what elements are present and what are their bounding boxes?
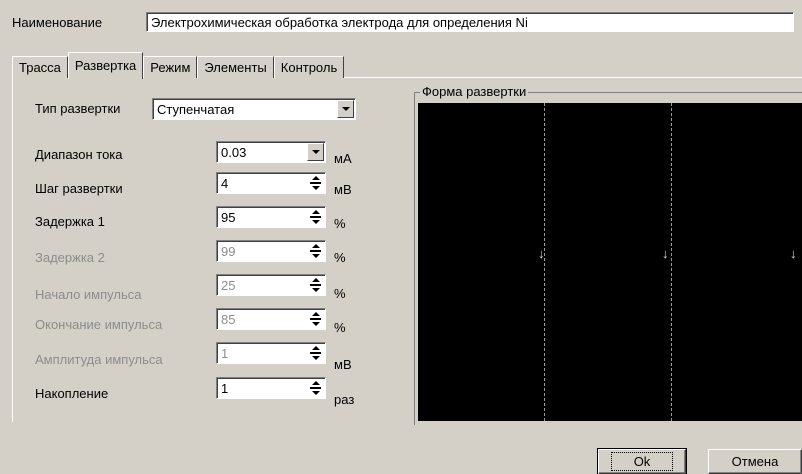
name-label: Наименование — [12, 15, 103, 30]
delay1-label: Задержка 1 — [35, 214, 105, 229]
delay2-value: 99 — [221, 244, 236, 259]
pulse-end-spin[interactable] — [307, 310, 324, 328]
tab-kontrol[interactable]: Контроль — [273, 56, 345, 78]
chevron-down-icon — [341, 107, 350, 111]
delay2-stepper[interactable]: 99 — [216, 240, 326, 262]
grid-line — [544, 103, 545, 421]
current-range-select[interactable]: 0.03 — [216, 141, 326, 163]
delay1-stepper[interactable]: 95 — [216, 206, 326, 228]
pulse-start-value: 25 — [221, 278, 236, 293]
pulse-amp-stepper[interactable]: 1 — [216, 342, 326, 364]
sweep-step-label: Шаг развертки — [35, 181, 123, 196]
sweep-type-value: Ступенчатая — [157, 102, 235, 117]
accumulation-label: Накопление — [35, 386, 109, 401]
tab-trassa[interactable]: Трасса — [12, 56, 68, 78]
sweep-shape-title: Форма развертки — [420, 84, 529, 99]
current-range-value: 0.03 — [221, 145, 247, 160]
delay2-unit: % — [334, 250, 346, 265]
current-range-label: Диапазон тока — [35, 147, 123, 162]
accumulation-spin[interactable] — [307, 379, 324, 397]
sweep-type-dropdown-button[interactable] — [337, 100, 354, 118]
chevron-down-icon — [311, 150, 320, 154]
delay2-label: Задержка 2 — [35, 250, 105, 265]
ok-button-label: Ok — [610, 452, 674, 471]
ok-button[interactable]: Ok — [597, 448, 687, 474]
pulse-start-unit: % — [334, 286, 346, 301]
delay1-value: 95 — [221, 210, 236, 225]
pulse-start-spin[interactable] — [307, 276, 324, 294]
cancel-button[interactable]: Отмена — [708, 449, 802, 474]
pulse-amp-spin[interactable] — [307, 344, 324, 362]
accumulation-unit: раз — [334, 392, 355, 407]
tab-elementy[interactable]: Элементы — [197, 56, 274, 78]
current-range-dropdown-button[interactable] — [307, 143, 324, 161]
sweep-step-stepper[interactable]: 4 — [216, 172, 326, 194]
accumulation-stepper[interactable]: 1 — [216, 377, 326, 399]
delay2-spin[interactable] — [307, 242, 324, 260]
pulse-start-stepper[interactable]: 25 — [216, 274, 326, 296]
sweep-type-label: Тип развертки — [35, 101, 121, 116]
down-arrow-icon: ↓ — [538, 246, 545, 261]
accumulation-value: 1 — [221, 381, 229, 396]
tab-razvertka[interactable]: Развертка — [67, 52, 144, 79]
sweep-step-unit: мВ — [334, 182, 352, 197]
sweep-step-spin[interactable] — [307, 174, 324, 192]
pulse-end-unit: % — [334, 320, 346, 335]
sweep-type-select[interactable]: Ступенчатая — [152, 98, 356, 120]
current-range-unit: мА — [334, 151, 352, 166]
down-arrow-icon: ↓ — [662, 246, 669, 261]
pulse-start-label: Начало импульса — [35, 287, 142, 302]
delay1-spin[interactable] — [307, 208, 324, 226]
tab-strip: Трасса Развертка Режим Элементы Контроль — [12, 50, 345, 79]
sweep-shape-preview: ↓ ↓ ↓ — [418, 103, 802, 421]
pulse-end-label: Окончание импульса — [35, 317, 163, 332]
pulse-amp-unit: мВ — [334, 357, 352, 372]
tab-rezhim[interactable]: Режим — [143, 56, 198, 78]
delay1-unit: % — [334, 216, 346, 231]
sweep-step-value: 4 — [221, 176, 229, 191]
name-field[interactable]: Электрохимическая обработка электрода дл… — [146, 12, 794, 32]
grid-line — [671, 103, 672, 421]
pulse-end-value: 85 — [221, 312, 236, 327]
pulse-amp-value: 1 — [221, 346, 229, 361]
pulse-amp-label: Амплитуда импульса — [35, 352, 163, 367]
pulse-end-stepper[interactable]: 85 — [216, 308, 326, 330]
down-arrow-icon: ↓ — [790, 246, 797, 261]
